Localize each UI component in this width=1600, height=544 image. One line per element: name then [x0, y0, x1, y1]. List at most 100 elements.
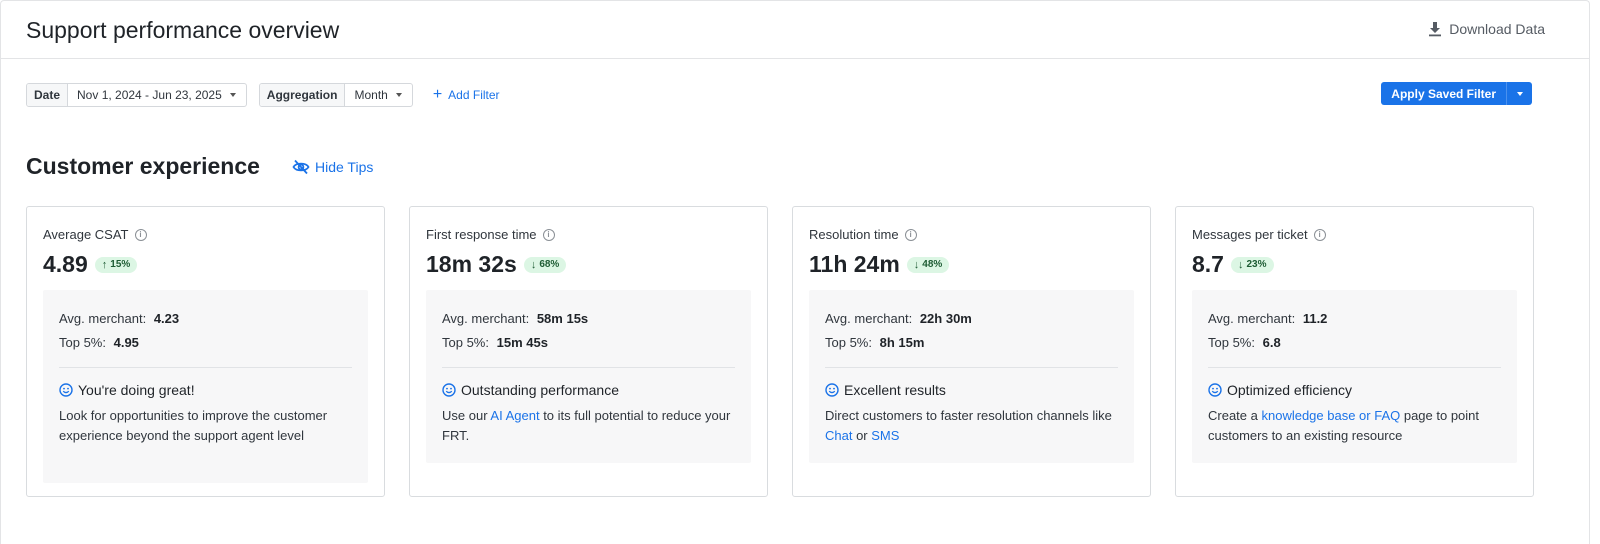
card-title: Messages per ticket: [1192, 227, 1308, 242]
date-range-select[interactable]: Nov 1, 2024 - Jun 23, 2025: [68, 84, 246, 106]
avg-merchant-value: 58m 15s: [536, 311, 589, 326]
arrow-up-icon: ↑: [101, 258, 108, 271]
top-five-row: Top 5%: 6.8: [1208, 331, 1501, 355]
info-icon[interactable]: i: [904, 228, 917, 241]
tip-title-row: You're doing great!: [59, 382, 352, 398]
smile-icon: [59, 383, 73, 397]
avg-merchant-row: Avg. merchant: 58m 15s: [442, 307, 735, 331]
metric-value: 8.7: [1192, 251, 1224, 277]
arrow-down-icon: ↓: [1237, 258, 1244, 271]
aggregation-value: Month: [354, 88, 388, 102]
top-five-value: 8h 15m: [879, 335, 925, 350]
hide-tips-label: Hide Tips: [315, 159, 374, 175]
download-data-label: Download Data: [1449, 21, 1545, 37]
delta-value: 48%: [922, 259, 943, 270]
aggregation-select[interactable]: Month: [345, 84, 411, 106]
metric-card-resolution-time: Resolution time i 11h 24m ↓ 48% Avg. mer…: [792, 206, 1151, 497]
tip-text: Use our: [442, 408, 491, 423]
tip-text: Look for opportunities to improve the cu…: [59, 408, 328, 443]
tip-link[interactable]: knowledge base or FAQ: [1261, 408, 1400, 423]
divider: [825, 367, 1118, 368]
avg-merchant-label: Avg. merchant:: [1208, 311, 1296, 326]
top-five-label: Top 5%:: [1208, 335, 1255, 350]
top-five-value: 15m 45s: [496, 335, 548, 350]
tip-text: or: [852, 427, 872, 443]
date-filter[interactable]: Date Nov 1, 2024 - Jun 23, 2025: [26, 83, 247, 107]
top-five-row: Top 5%: 4.95: [59, 331, 352, 355]
divider: [442, 367, 735, 368]
aggregation-filter-label: Aggregation: [259, 84, 346, 106]
benchmark-panel: Avg. merchant: 11.2 Top 5%: 6.8 Optimize…: [1192, 290, 1517, 463]
delta-value: 15%: [110, 259, 131, 270]
metric-cards: Average CSAT i 4.89 ↑ 15% Avg. merchant:…: [26, 206, 1534, 497]
delta-badge: ↑ 15%: [94, 256, 138, 273]
apply-saved-filter-button[interactable]: Apply Saved Filter: [1381, 82, 1506, 105]
divider: [59, 367, 352, 368]
report-page: Support performance overview Download Da…: [0, 0, 1590, 544]
tip-link[interactable]: Chat: [825, 428, 852, 443]
metric-value: 4.89: [43, 251, 88, 277]
section-title: Customer experience: [26, 153, 260, 179]
benchmark-panel: Avg. merchant: 4.23 Top 5%: 4.95 You're …: [43, 290, 368, 483]
card-title: Average CSAT: [43, 227, 129, 242]
tip-title: Optimized efficiency: [1227, 382, 1353, 398]
top-five-value: 4.95: [113, 335, 139, 350]
benchmark-panel: Avg. merchant: 22h 30m Top 5%: 8h 15m Ex…: [809, 290, 1134, 463]
delta-value: 23%: [1246, 259, 1267, 270]
card-title-row: Resolution time i: [809, 227, 1134, 242]
metric-row: 4.89 ↑ 15%: [43, 251, 368, 278]
tip-body: Use our AI Agent to its full potential t…: [442, 406, 735, 445]
avg-merchant-row: Avg. merchant: 22h 30m: [825, 307, 1118, 331]
tip-text: Direct customers to faster resolution ch…: [825, 408, 1112, 423]
avg-merchant-value: 22h 30m: [919, 311, 972, 326]
tip-body: Create a knowledge base or FAQ page to p…: [1208, 406, 1501, 445]
delta-badge: ↓ 48%: [906, 256, 950, 273]
tip-link[interactable]: SMS: [871, 428, 899, 443]
plus-icon: +: [432, 86, 443, 103]
metric-value: 11h 24m: [809, 251, 900, 277]
metric-row: 18m 32s ↓ 68%: [426, 251, 751, 278]
card-title: Resolution time: [809, 227, 899, 242]
delta-value: 68%: [539, 259, 560, 270]
apply-saved-filter-button-group: Apply Saved Filter: [1381, 82, 1532, 105]
arrow-down-icon: ↓: [913, 258, 920, 271]
top-five-row: Top 5%: 8h 15m: [825, 331, 1118, 355]
top-five-value: 6.8: [1262, 335, 1281, 350]
date-filter-label: Date: [27, 84, 69, 106]
tip-title: Outstanding performance: [461, 382, 619, 398]
aggregation-filter[interactable]: Aggregation Month: [258, 83, 413, 107]
page-header: Support performance overview Download Da…: [1, 1, 1589, 59]
delta-badge: ↓ 23%: [1230, 256, 1274, 273]
top-five-label: Top 5%:: [825, 335, 872, 350]
top-five-row: Top 5%: 15m 45s: [442, 331, 735, 355]
top-five-label: Top 5%:: [442, 335, 489, 350]
tip-link[interactable]: AI Agent: [490, 408, 539, 423]
smile-icon: [442, 383, 456, 397]
tip-title-row: Excellent results: [825, 382, 1118, 398]
avg-merchant-row: Avg. merchant: 4.23: [59, 307, 352, 331]
tip-title: You're doing great!: [78, 382, 195, 398]
metric-card-first-response-time: First response time i 18m 32s ↓ 68% Avg.…: [409, 206, 768, 497]
tip-title-row: Optimized efficiency: [1208, 382, 1501, 398]
benchmark-panel: Avg. merchant: 58m 15s Top 5%: 15m 45s O…: [426, 290, 751, 463]
eye-off-icon: [292, 159, 310, 175]
avg-merchant-label: Avg. merchant:: [825, 311, 913, 326]
info-icon[interactable]: i: [542, 228, 555, 241]
card-title-row: Average CSAT i: [43, 227, 368, 242]
add-filter-label: Add Filter: [448, 88, 500, 102]
add-filter-button[interactable]: + Add Filter: [432, 86, 500, 103]
caret-down-icon: [395, 93, 402, 97]
metric-card-messages-per-ticket: Messages per ticket i 8.7 ↓ 23% Avg. mer…: [1175, 206, 1534, 497]
info-icon[interactable]: i: [1313, 228, 1326, 241]
tip-title: Excellent results: [844, 382, 946, 398]
tip-text: Create a: [1208, 408, 1262, 423]
hide-tips-button[interactable]: Hide Tips: [292, 159, 373, 175]
apply-saved-filter-dropdown[interactable]: [1506, 82, 1532, 105]
metric-card-average-csat: Average CSAT i 4.89 ↑ 15% Avg. merchant:…: [26, 206, 385, 497]
avg-merchant-value: 11.2: [1302, 311, 1328, 326]
avg-merchant-label: Avg. merchant:: [442, 311, 530, 326]
divider: [1208, 367, 1501, 368]
download-data-button[interactable]: Download Data: [1427, 21, 1545, 37]
smile-icon: [1208, 383, 1222, 397]
info-icon[interactable]: i: [134, 228, 147, 241]
